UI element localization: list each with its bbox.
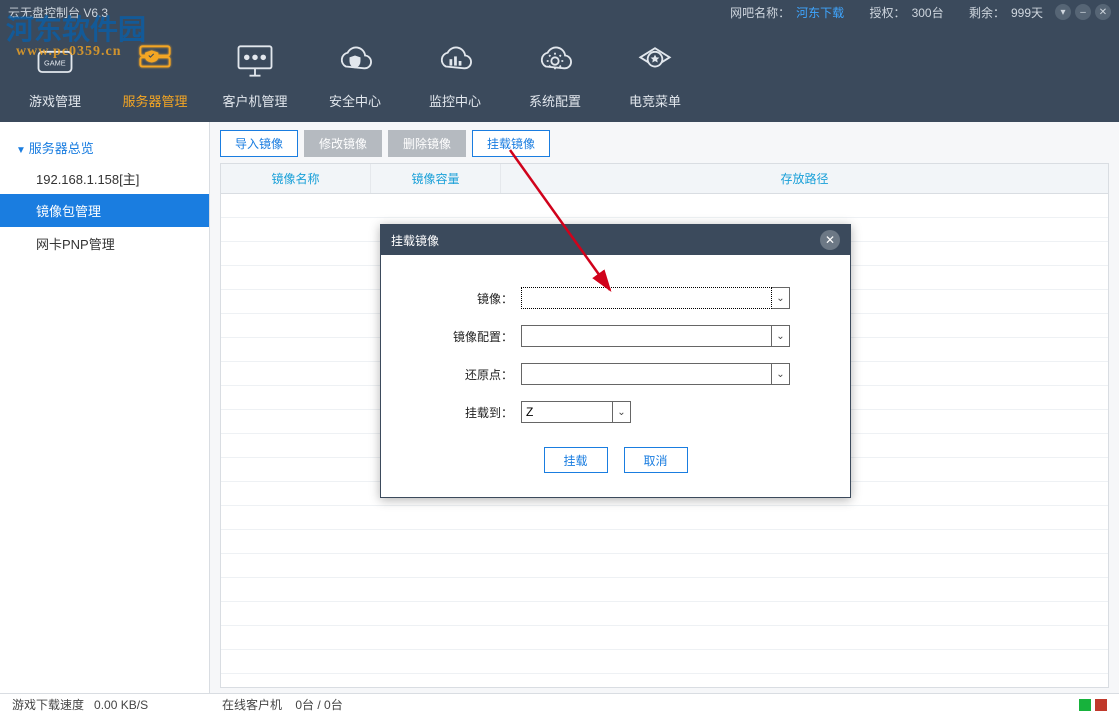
online-label: 在线客户机 [222,698,282,712]
tree-server-ip[interactable]: 192.168.1.158[主] [0,163,209,194]
field-mount-label: 挂载到： [441,404,521,421]
cloud-gear-icon [531,37,579,85]
field-config-label: 镜像配置： [441,328,521,345]
dialog-close-icon[interactable]: ✕ [820,230,840,250]
monitor-icon [231,37,279,85]
speed-value: 0.00 KB/S [94,698,148,712]
status-indicator-green [1079,699,1091,711]
chevron-down-icon[interactable]: ⌄ [772,363,790,385]
mount-image-dialog: 挂载镜像 ✕ 镜像： ⌄ 镜像配置： ⌄ 还原点： ⌄ 挂载到： ⌄ 挂载 取消 [380,224,851,498]
tree-root-servers[interactable]: 服务器总览 [0,132,209,163]
sidebar-item-image[interactable]: 镜像包管理 [0,194,209,227]
col-image-size[interactable]: 镜像容量 [371,164,501,193]
close-icon[interactable]: ✕ [1095,4,1111,20]
app-title: 云无盘控制台 V6.3 [8,4,724,21]
sidebar-item-pnp[interactable]: 网卡PNP管理 [0,227,209,260]
chevron-down-icon[interactable]: ⌄ [613,401,631,423]
delete-image-button[interactable]: 删除镜像 [388,130,466,157]
nav-system[interactable]: 系统配置 [520,37,590,110]
status-bar: 游戏下载速度 0.00 KB/S 在线客户机 0台 / 0台 [0,693,1119,715]
remain-value: 999天 [1011,6,1043,20]
col-image-path[interactable]: 存放路径 [501,164,1108,193]
dialog-titlebar[interactable]: 挂载镜像 ✕ [381,225,850,255]
nav-security[interactable]: 安全中心 [320,37,390,110]
import-image-button[interactable]: 导入镜像 [220,130,298,157]
field-restore-input[interactable] [521,363,772,385]
dialog-ok-button[interactable]: 挂载 [544,447,608,473]
nav-monitor[interactable]: 监控中心 [420,37,490,110]
field-image-input[interactable] [521,287,772,309]
remain-label: 剩余： [969,6,1005,20]
gamepad-icon: GAME [31,37,79,85]
toolbar: 导入镜像 修改镜像 删除镜像 挂载镜像 [220,130,1109,157]
nav-game[interactable]: GAME 游戏管理 [20,37,90,110]
star-badge-icon [631,37,679,85]
field-image-label: 镜像： [441,290,521,307]
header-info: 网吧名称： 河东下载 授权： 300台 剩余： 999天 [724,4,1043,21]
minimize-icon[interactable]: – [1075,4,1091,20]
field-mount-input[interactable] [521,401,613,423]
modify-image-button[interactable]: 修改镜像 [304,130,382,157]
cafe-name[interactable]: 河东下载 [796,6,844,20]
server-shield-icon [131,37,179,85]
sidebar: 服务器总览 192.168.1.158[主] 镜像包管理 网卡PNP管理 [0,122,210,693]
status-indicator-red [1095,699,1107,711]
auth-label: 授权： [870,6,906,20]
auth-value: 300台 [912,6,944,20]
nav-client[interactable]: 客户机管理 [220,37,290,110]
cloud-chart-icon [431,37,479,85]
cloud-shield-icon [331,37,379,85]
title-bar: 云无盘控制台 V6.3 网吧名称：河东下载 授权：300台 剩余：999天 ▾ … [0,0,1119,24]
field-config-input[interactable] [521,325,772,347]
dialog-cancel-button[interactable]: 取消 [624,447,688,473]
field-restore-label: 还原点： [441,366,521,383]
col-image-name[interactable]: 镜像名称 [221,164,371,193]
cafe-label: 网吧名称： [730,6,790,20]
dialog-title: 挂载镜像 [391,232,439,249]
chevron-down-icon[interactable]: ⌄ [772,287,790,309]
main-nav: GAME 游戏管理 服务器管理 客户机管理 安全中心 监控中心 系统配置 [0,24,1119,122]
online-value: 0台 / 0台 [295,698,342,712]
nav-server[interactable]: 服务器管理 [120,37,190,110]
dropdown-icon[interactable]: ▾ [1055,4,1071,20]
svg-text:GAME: GAME [44,58,66,67]
nav-esport[interactable]: 电竞菜单 [620,37,690,110]
mount-image-button[interactable]: 挂载镜像 [472,130,550,157]
chevron-down-icon[interactable]: ⌄ [772,325,790,347]
speed-label: 游戏下载速度 [12,698,84,712]
